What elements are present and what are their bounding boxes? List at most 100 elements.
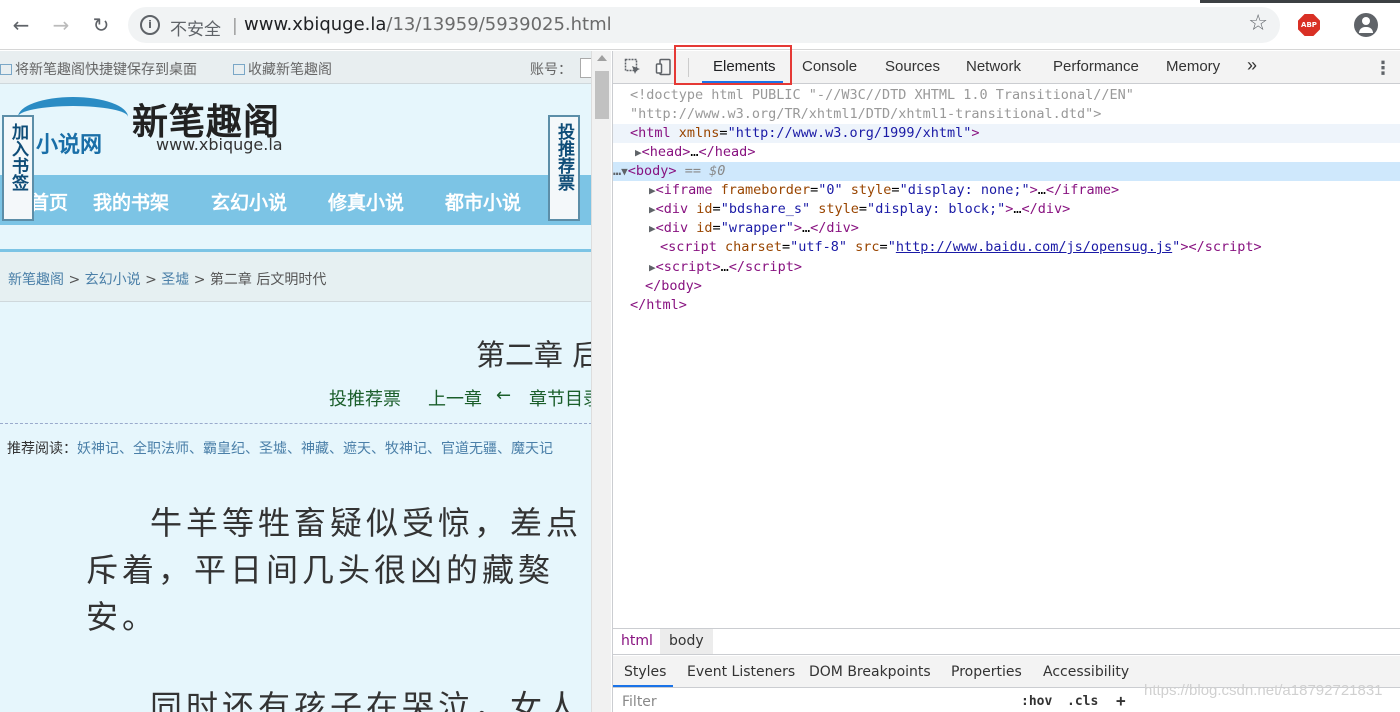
- tab-console[interactable]: Console: [802, 58, 857, 75]
- tab-styles[interactable]: Styles: [624, 664, 666, 680]
- scroll-up-icon[interactable]: [597, 55, 607, 61]
- scroll-thumb[interactable]: [595, 71, 609, 119]
- new-style-rule-icon[interactable]: +: [1116, 691, 1126, 710]
- recommend-vote-tag[interactable]: 投推荐票: [548, 115, 580, 221]
- expand-caret-icon[interactable]: ▶: [649, 184, 656, 197]
- address-bar[interactable]: i 不安全 | www.xbiquge.la/13/13959/5939025.…: [128, 7, 1280, 43]
- site-header: 小说网 新笔趣阁 www.xbiquge.la: [0, 85, 592, 177]
- url-path: /13/13959/5939025.html: [386, 14, 612, 35]
- paragraph-line: 安。: [86, 598, 159, 636]
- window-edge: [1200, 0, 1400, 3]
- recommend-reading: 推荐阅读：妖神记、全职法师、霸皇纪、圣墟、神藏、遮天、牧神记、官道无疆、魔天记: [7, 438, 553, 458]
- page-scrollbar[interactable]: [591, 51, 611, 712]
- tab-properties[interactable]: Properties: [951, 664, 1022, 680]
- paragraph-line: 同时还有孩子在哭泣，女人: [150, 688, 583, 712]
- dom-script[interactable]: ▶<script>…</script>: [649, 258, 802, 277]
- adblock-plus-icon[interactable]: ABP: [1298, 14, 1320, 36]
- breadcrumb-current: 第二章 后文明时代: [209, 272, 327, 288]
- devtools-panel: Elements Console Sources Network Perform…: [612, 45, 1400, 712]
- dom-breadcrumb: html body: [613, 628, 1400, 655]
- watermark: https://blog.csdn.net/a18792721831: [1144, 682, 1383, 699]
- expand-caret-icon[interactable]: ▶: [649, 222, 656, 235]
- highlight-annotation: [674, 45, 792, 85]
- prev-chapter-link[interactable]: 上一章: [428, 385, 482, 411]
- selected-row-bg: [613, 162, 1400, 181]
- save-shortcut-label: 将新笔趣阁快捷键保存到桌面: [15, 62, 197, 78]
- filter-input[interactable]: Filter: [622, 694, 657, 710]
- site-topbar: 将新笔趣阁快捷键保存到桌面 收藏新笔趣阁 账号：: [0, 51, 592, 84]
- ellipsis-icon[interactable]: …: [613, 163, 621, 179]
- paragraph-line: 牛羊等牲畜疑似受惊，差点: [150, 504, 583, 542]
- menu-item-dushi[interactable]: 都市小说: [445, 188, 521, 215]
- tab-memory[interactable]: Memory: [1166, 58, 1220, 75]
- divider: [0, 423, 592, 424]
- menu-item-home[interactable]: 首页: [30, 188, 68, 215]
- menu-item-xiuzhen[interactable]: 修真小说: [328, 188, 404, 215]
- selected-marker: == $0: [684, 163, 726, 179]
- collapse-caret-icon[interactable]: ▼: [621, 165, 628, 178]
- doctype-line-2[interactable]: "http://www.w3.org/TR/xhtml1/DTD/xhtml1-…: [630, 105, 1101, 124]
- save-shortcut-link[interactable]: 将新笔趣阁快捷键保存到桌面: [0, 59, 197, 79]
- breadcrumb-home[interactable]: 新笔趣阁: [8, 272, 64, 288]
- breadcrumb-html[interactable]: html: [613, 629, 661, 654]
- add-bookmark-tag[interactable]: 加入书签: [2, 115, 34, 221]
- breadcrumb-sep: >: [68, 272, 81, 288]
- dom-html-close[interactable]: </html>: [630, 296, 687, 315]
- browser-toolbar: ← → ↻ i 不安全 | www.xbiquge.la/13/13959/59…: [0, 0, 1400, 50]
- bookmark-site-link[interactable]: 收藏新笔趣阁: [233, 59, 332, 79]
- div-bdshare-id: bdshare_s: [728, 201, 802, 217]
- forward-button[interactable]: →: [48, 12, 74, 38]
- cls-toggle[interactable]: .cls: [1067, 694, 1098, 709]
- more-tabs-icon[interactable]: »: [1247, 55, 1257, 76]
- dom-iframe[interactable]: ▶<iframe frameborder="0" style="display:…: [649, 181, 1119, 200]
- inspect-element-icon[interactable]: [624, 58, 642, 76]
- devtools-menu-icon[interactable]: ⋮: [1374, 58, 1392, 79]
- prev-arrow: ←: [496, 385, 512, 406]
- div-wrapper-id: wrapper: [728, 220, 786, 236]
- recommend-books[interactable]: 妖神记、全职法师、霸皇纪、圣墟、神藏、遮天、牧神记、官道无疆、魔天记: [77, 441, 553, 457]
- dom-div-bdshare[interactable]: ▶<div id="bdshare_s" style="display: blo…: [649, 200, 1070, 219]
- dom-html-open[interactable]: <html xmlns="http://www.w3.org/1999/xhtm…: [630, 124, 980, 143]
- url-text[interactable]: www.xbiquge.la/13/13959/5939025.html: [244, 14, 612, 35]
- logo-url: www.xbiquge.la: [156, 135, 283, 154]
- recommend-label: 推荐阅读：: [7, 441, 77, 457]
- tab-sources[interactable]: Sources: [885, 58, 940, 75]
- hov-toggle[interactable]: :hov: [1021, 694, 1052, 709]
- info-icon[interactable]: i: [140, 15, 160, 35]
- breadcrumb: 新笔趣阁 > 玄幻小说 > 圣墟 > 第二章 后文明时代: [0, 252, 592, 302]
- omnibox-separator: |: [232, 16, 238, 36]
- doctype-line-1[interactable]: <!doctype html PUBLIC "-//W3C//DTD XHTML…: [630, 86, 1134, 105]
- dom-head[interactable]: ▶<head>…</head>: [635, 143, 755, 162]
- recommend-vote-link[interactable]: 投推荐票: [329, 385, 401, 411]
- tab-accessibility[interactable]: Accessibility: [1043, 664, 1129, 680]
- script-src-link[interactable]: http://www.baidu.com/js/opensug.js: [896, 239, 1172, 255]
- dom-body-close[interactable]: </body>: [645, 277, 702, 296]
- tab-network[interactable]: Network: [966, 58, 1021, 75]
- menu-item-xuanhuan[interactable]: 玄幻小说: [211, 188, 287, 215]
- expand-caret-icon[interactable]: ▶: [635, 146, 642, 159]
- bookmark-star-icon[interactable]: ☆: [1248, 11, 1268, 36]
- paragraph-line: 斥着，平日间几头很凶的藏獒: [86, 551, 555, 589]
- tab-event-listeners[interactable]: Event Listeners: [687, 664, 795, 680]
- breadcrumb-category[interactable]: 玄幻小说: [85, 272, 141, 288]
- toc-link[interactable]: 章节目录: [529, 385, 592, 411]
- tab-dom-breakpoints[interactable]: DOM Breakpoints: [809, 664, 931, 680]
- reload-button[interactable]: ↻: [88, 12, 114, 38]
- breadcrumb-sep: >: [193, 272, 206, 288]
- breadcrumb-book[interactable]: 圣墟: [161, 272, 189, 288]
- profile-avatar-icon[interactable]: [1354, 13, 1378, 37]
- device-toolbar-icon[interactable]: [655, 58, 673, 76]
- active-subtab-indicator: [613, 685, 673, 687]
- menu-item-bookshelf[interactable]: 我的书架: [93, 188, 169, 215]
- account-label: 账号：: [530, 62, 572, 78]
- expand-caret-icon[interactable]: ▶: [649, 203, 656, 216]
- dom-div-wrapper[interactable]: ▶<div id="wrapper">…</div>: [649, 219, 859, 238]
- dom-body-open[interactable]: …▼<body> == $0: [613, 162, 725, 181]
- html-xmlns: http://www.w3.org/1999/xhtml: [735, 125, 964, 141]
- dom-script-opensug[interactable]: <script charset="utf-8" src="http://www.…: [660, 238, 1262, 257]
- expand-caret-icon[interactable]: ▶: [649, 261, 656, 274]
- back-button[interactable]: ←: [8, 12, 34, 38]
- tab-performance[interactable]: Performance: [1053, 58, 1139, 75]
- folder-icon: [233, 64, 245, 75]
- breadcrumb-body[interactable]: body: [660, 629, 713, 654]
